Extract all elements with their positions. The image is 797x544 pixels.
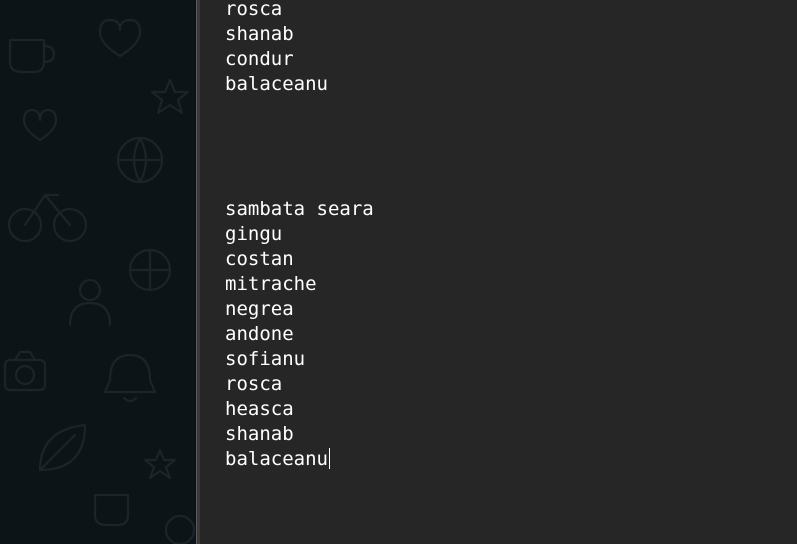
- text-line: gingu: [225, 223, 283, 245]
- globe-icon: [164, 514, 196, 544]
- star-icon: [143, 448, 177, 480]
- camera-icon: [3, 350, 47, 392]
- doodle-pattern: [3, 18, 196, 544]
- text-line: shanab: [225, 23, 294, 45]
- text-line: shanab: [225, 423, 294, 445]
- text-line: rosca: [225, 373, 283, 395]
- heart-icon: [98, 18, 142, 58]
- bell-icon: [103, 353, 157, 403]
- text-line: balaceanu: [225, 73, 328, 95]
- text-line: [225, 122, 374, 147]
- leaf-icon: [38, 423, 87, 472]
- editor-text-area[interactable]: rosca shanab condur balaceanu sambata se…: [225, 0, 374, 472]
- text-line: andone: [225, 323, 294, 345]
- text-line: costan: [225, 248, 294, 270]
- coffee-cup-icon: [8, 38, 56, 74]
- text-line: sambata seara: [225, 198, 374, 220]
- text-line: rosca: [225, 0, 283, 20]
- star-icon: [150, 78, 190, 115]
- bicycle-icon: [7, 193, 88, 243]
- current-line-text: balaceanu: [225, 448, 328, 470]
- text-line-current: balaceanu: [225, 447, 374, 472]
- screen: rosca shanab condur balaceanu sambata se…: [0, 0, 797, 544]
- text-line: sofianu: [225, 348, 306, 370]
- coffee-cup-icon: [93, 493, 130, 527]
- text-line: [225, 97, 374, 122]
- heart-icon: [22, 108, 58, 142]
- person-icon: [68, 278, 112, 327]
- text-line: condur: [225, 48, 294, 70]
- text-line: [225, 172, 374, 197]
- globe-icon: [116, 136, 164, 184]
- text-editor[interactable]: rosca shanab condur balaceanu sambata se…: [200, 0, 797, 544]
- ball-icon: [128, 248, 172, 292]
- chat-wallpaper: [0, 0, 196, 544]
- text-line: heasca: [225, 398, 294, 420]
- text-line: negrea: [225, 298, 294, 320]
- text-cursor: [328, 448, 330, 469]
- text-line: [225, 147, 374, 172]
- text-line: mitrache: [225, 273, 317, 295]
